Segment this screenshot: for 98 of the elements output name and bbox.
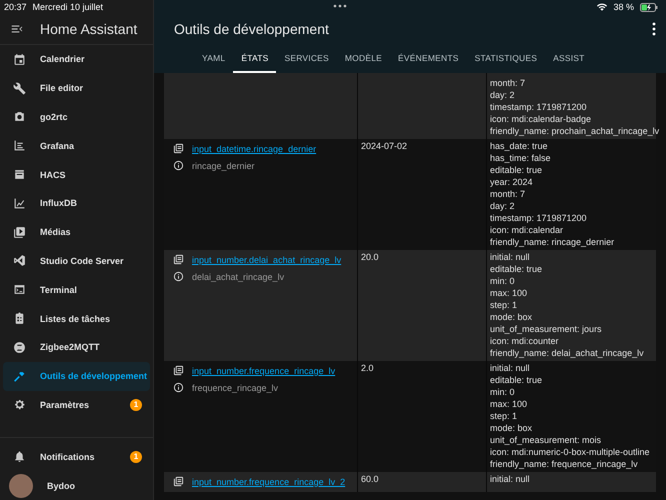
info-icon[interactable]	[173, 160, 184, 171]
attribute-line: icon: mdi:calendar	[490, 224, 564, 236]
sidebar-item[interactable]: Listes de tâches	[3, 304, 150, 333]
attribute-line: icon: mdi:numeric-0-box-multiple-outline	[490, 446, 651, 458]
clipboard-icon	[13, 312, 26, 326]
attribute-line: min: 0	[490, 275, 516, 287]
code-icon	[13, 254, 26, 268]
attribute-line: initial: null	[490, 251, 531, 263]
notifications-item[interactable]: Notifications 1	[3, 442, 150, 472]
multitasking-dots-icon[interactable]	[333, 3, 347, 9]
attribute-line: year: 2024	[490, 176, 534, 188]
attribute-line: friendly_name: rincage_dernier	[490, 236, 616, 248]
attribute-line: month: 7	[490, 77, 526, 89]
wrench-icon	[13, 82, 26, 95]
attribute-line: initial: null	[490, 473, 531, 485]
attribute-line: step: 1	[490, 410, 518, 422]
count-badge: 1	[130, 398, 142, 411]
attribute-line: unit_of_measurement: mois	[490, 434, 602, 446]
store-icon	[13, 168, 26, 182]
sidebar-item[interactable]: File editor	[3, 74, 150, 103]
chart-icon	[13, 139, 26, 152]
entity-link[interactable]: input_number.frequence_rincage_lv	[192, 366, 336, 376]
battery-icon	[640, 2, 658, 12]
status-date: Mercredi 10 juillet	[32, 2, 104, 12]
state-value: 20.0	[361, 251, 380, 262]
page-title: Outils de développement	[174, 21, 330, 37]
attribute-line: friendly_name: frequence_rincage_lv	[490, 458, 639, 470]
attribute-line: icon: mdi:calendar-badge	[490, 113, 592, 125]
info-icon[interactable]	[173, 382, 184, 393]
sidebar-item[interactable]: HACS	[3, 160, 150, 189]
media-icon	[13, 226, 26, 239]
attribute-line: day: 2	[490, 200, 516, 212]
attribute-line: icon: mdi:counter	[490, 335, 560, 347]
attribute-line: editable: true	[490, 164, 544, 176]
state-value: 2024-07-02	[361, 140, 408, 151]
info-icon[interactable]	[173, 271, 184, 282]
avatar-placeholder	[9, 474, 33, 498]
friendly-name: frequence_rincage_lv	[192, 382, 278, 392]
state-value: 60.0	[361, 473, 380, 484]
wifi-icon	[597, 3, 608, 11]
attribute-line: initial: null	[490, 362, 531, 374]
attribute-line: editable: true	[490, 263, 544, 275]
tab[interactable]: ASSIST	[545, 44, 593, 73]
sidebar-item[interactable]: InfluxDB	[3, 188, 150, 218]
tab[interactable]: STATISTIQUES	[466, 44, 546, 73]
attribute-line: mode: box	[490, 422, 534, 434]
attribute-line: month: 7	[490, 188, 526, 200]
sidebar-item[interactable]: Calendrier	[3, 45, 150, 74]
friendly-name: delai_achat_rincage_lv	[192, 272, 284, 282]
bell-icon	[13, 450, 26, 464]
attribute-line: min: 0	[490, 386, 516, 398]
tab[interactable]: MODÈLE	[336, 44, 390, 73]
sidebar-item[interactable]: Zigbee2MQTT	[3, 332, 150, 362]
terminal-icon	[13, 283, 26, 296]
zigbee-icon	[13, 340, 26, 354]
attribute-line: max: 100	[490, 287, 528, 299]
attribute-line: timestamp: 1719871200	[490, 212, 588, 224]
tab[interactable]: ÉVÉNEMENTS	[390, 44, 467, 73]
attribute-line: mode: box	[490, 311, 534, 323]
copy-icon[interactable]	[173, 476, 184, 487]
tab[interactable]: SERVICES	[276, 44, 337, 73]
sidebar-item[interactable]: Terminal	[3, 275, 150, 304]
attribute-line: timestamp: 1719871200	[490, 101, 588, 113]
attribute-line: friendly_name: prochain_achat_rincage_lv	[490, 125, 660, 137]
copy-icon[interactable]	[173, 254, 184, 265]
entity-link[interactable]: input_datetime.rincage_dernier	[192, 144, 316, 154]
copy-icon[interactable]	[173, 143, 184, 154]
attribute-line: has_time: false	[490, 152, 552, 164]
tab[interactable]: YAML	[194, 44, 234, 73]
attribute-line: max: 100	[490, 398, 528, 410]
attribute-line: day: 2	[490, 89, 516, 101]
sidebar-title: Home Assistant	[40, 21, 138, 37]
attribute-line: unit_of_measurement: jours	[490, 323, 603, 335]
sidebar-item[interactable]: Grafana	[3, 131, 150, 160]
sidebar-item[interactable]: go2rtc	[3, 102, 150, 132]
attribute-line: has_date: true	[490, 140, 549, 152]
entity-link[interactable]: input_number.frequence_rincage_lv_2	[192, 476, 346, 486]
count-badge: 1	[130, 450, 142, 463]
more-options-icon[interactable]	[652, 22, 656, 36]
state-value: 2.0	[361, 362, 375, 373]
camera-icon	[13, 110, 26, 124]
sidebar-item[interactable]: Studio Code Server	[3, 246, 150, 276]
entity-link[interactable]: input_number.delai_achat_rincage_lv	[192, 254, 342, 264]
attribute-line: step: 1	[490, 299, 518, 311]
attribute-line: friendly_name: delai_achat_rincage_lv	[490, 347, 645, 359]
calendar-icon	[13, 52, 26, 66]
copy-icon[interactable]	[173, 365, 184, 376]
hammer-icon	[13, 370, 26, 383]
sidebar-item[interactable]: Outils de développement	[3, 362, 150, 391]
battery-percent: 38 %	[613, 2, 634, 12]
attribute-line: editable: true	[490, 374, 544, 386]
friendly-name: rincage_dernier	[192, 160, 255, 170]
user-item[interactable]: Bydoo	[3, 471, 150, 500]
line-icon	[13, 196, 26, 210]
sidebar-item[interactable]: Médias	[3, 218, 150, 247]
gear-icon	[13, 398, 26, 412]
sidebar-item[interactable]: Paramètres 1	[3, 390, 150, 420]
status-time: 20:37	[4, 2, 27, 12]
